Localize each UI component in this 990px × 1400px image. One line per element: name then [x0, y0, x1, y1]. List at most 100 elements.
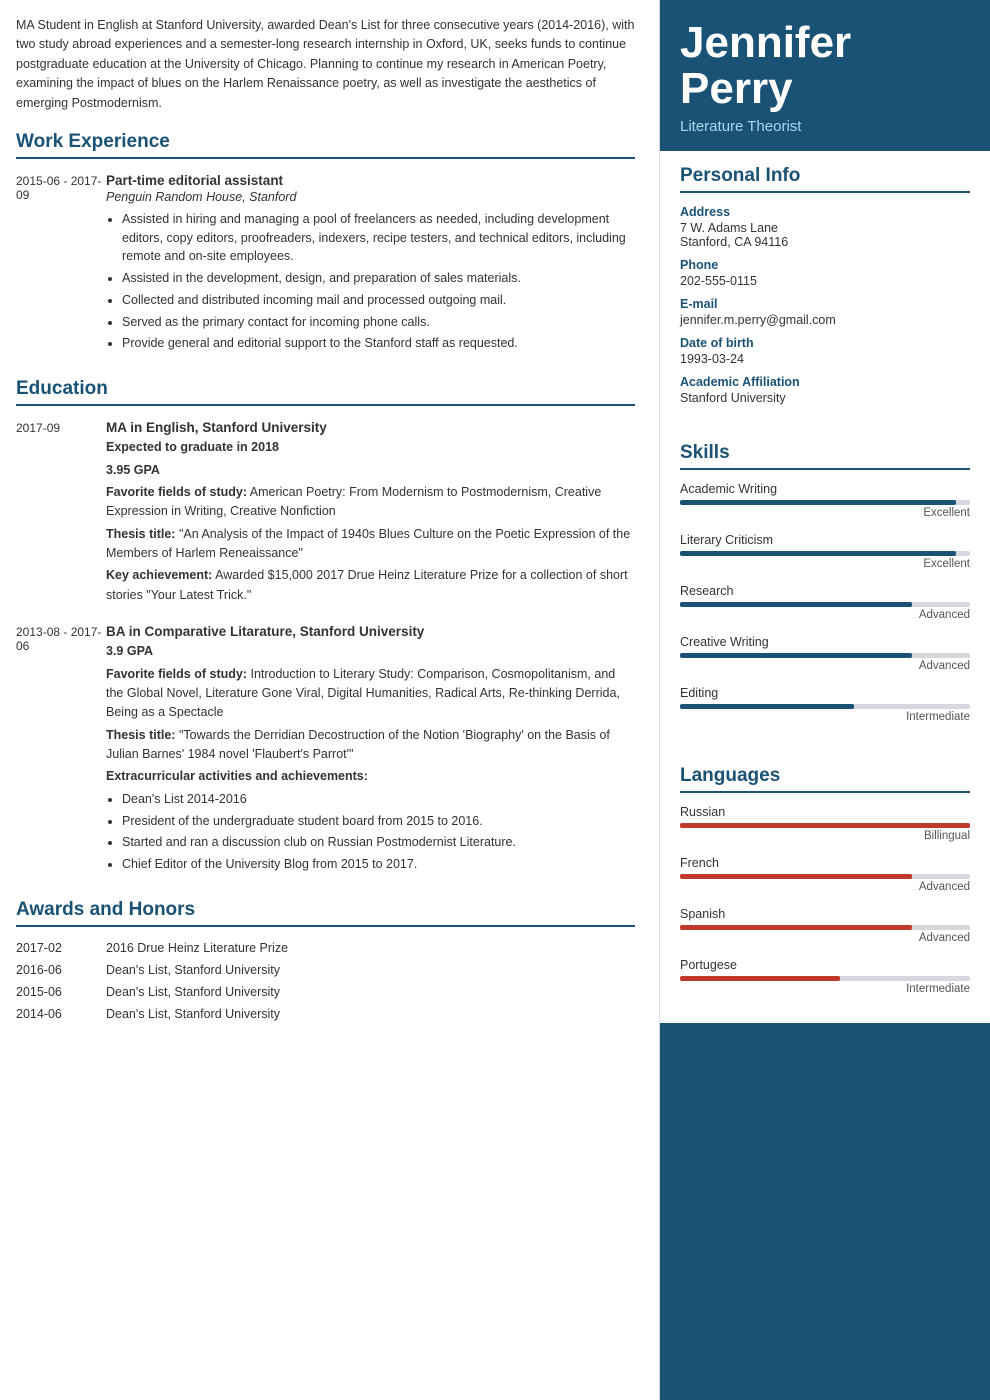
list-item: Started and ran a discussion club on Rus… [122, 833, 635, 852]
education-title: Education [16, 378, 635, 406]
personal-info-title: Personal Info [680, 165, 970, 193]
list-item: Collected and distributed incoming mail … [122, 291, 635, 310]
lang-bar-fill [680, 976, 840, 981]
skills-list: Academic WritingExcellentLiterary Critic… [680, 482, 970, 723]
lang-name: Spanish [680, 907, 970, 921]
list-item: Assisted in hiring and managing a pool o… [122, 210, 635, 266]
skill-item: Literary Criticism Excellent [680, 533, 970, 570]
languages-section: Languages RussianBillingual French Advance… [660, 751, 990, 1023]
award-text: Dean's List, Stanford University [106, 1007, 635, 1021]
education-section: Education 2017-09MA in English, Stanford… [16, 378, 635, 877]
edu-entry: 2013-08 - 2017-06BA in Comparative Litar… [16, 624, 635, 877]
skill-bar-fill [680, 653, 912, 658]
lang-name: French [680, 856, 970, 870]
lang-item: RussianBillingual [680, 805, 970, 842]
edu-content: BA in Comparative Litarature, Stanford U… [106, 624, 635, 877]
intro-text: MA Student in English at Stanford Univer… [16, 16, 635, 113]
lang-item: French Advanced [680, 856, 970, 893]
lang-bar-bg [680, 976, 970, 981]
skill-level: Excellent [680, 558, 970, 570]
awards-section: Awards and Honors 2017-022016 Drue Heinz… [16, 899, 635, 1021]
lang-bar-fill [680, 925, 912, 930]
skill-name: Editing [680, 686, 970, 700]
address-value: 7 W. Adams LaneStanford, CA 94116 [680, 221, 970, 249]
award-entry: 2015-06Dean's List, Stanford University [16, 985, 635, 999]
email-value: jennifer.m.perry@gmail.com [680, 313, 970, 327]
phone-value: 202-555-0115 [680, 274, 970, 288]
exp-bullets: Assisted in hiring and managing a pool o… [106, 210, 635, 353]
edu-line: Key achievement: Awarded $15,000 2017 Dr… [106, 566, 635, 605]
edu-line: Extracurricular activities and achieveme… [106, 767, 635, 786]
edu-date: 2017-09 [16, 420, 106, 608]
skill-bar-fill [680, 551, 956, 556]
skill-name: Academic Writing [680, 482, 970, 496]
dob-label: Date of birth [680, 336, 970, 350]
skill-bar-fill [680, 602, 912, 607]
edu-line: 3.9 GPA [106, 642, 635, 661]
skill-item: Editing Intermediate [680, 686, 970, 723]
awards-title: Awards and Honors [16, 899, 635, 927]
first-name: Jennifer [680, 20, 970, 66]
skills-section: Skills Academic WritingExcellentLiterary… [660, 428, 990, 751]
skill-item: Academic WritingExcellent [680, 482, 970, 519]
award-entry: 2016-06Dean's List, Stanford University [16, 963, 635, 977]
award-date: 2015-06 [16, 985, 106, 999]
work-entry: 2015-06 - 2017-09Part-time editorial ass… [16, 173, 635, 356]
lang-level: Intermediate [680, 983, 970, 995]
work-experience-list: 2015-06 - 2017-09Part-time editorial ass… [16, 173, 635, 356]
skill-name: Literary Criticism [680, 533, 970, 547]
education-list: 2017-09MA in English, Stanford Universit… [16, 420, 635, 877]
skill-bar-fill [680, 704, 854, 709]
edu-line: Thesis title: "Towards the Derridian Dec… [106, 726, 635, 765]
list-item: Served as the primary contact for incomi… [122, 313, 635, 332]
edu-degree: MA in English, Stanford University [106, 420, 635, 435]
award-date: 2014-06 [16, 1007, 106, 1021]
list-item: President of the undergraduate student b… [122, 812, 635, 831]
edu-entry: 2017-09MA in English, Stanford Universit… [16, 420, 635, 608]
affiliation-label: Academic Affiliation [680, 375, 970, 389]
lang-name: Portugese [680, 958, 970, 972]
exp-date: 2015-06 - 2017-09 [16, 173, 106, 356]
lang-level: Billingual [680, 830, 970, 842]
list-item: Chief Editor of the University Blog from… [122, 855, 635, 874]
right-column: Jennifer Perry Literature Theorist Perso… [660, 0, 990, 1400]
lang-level: Advanced [680, 881, 970, 893]
left-column: MA Student in English at Stanford Univer… [0, 0, 660, 1400]
affiliation-value: Stanford University [680, 391, 970, 405]
edu-degree: BA in Comparative Litarature, Stanford U… [106, 624, 635, 639]
award-text: Dean's List, Stanford University [106, 963, 635, 977]
email-label: E-mail [680, 297, 970, 311]
list-item: Dean's List 2014-2016 [122, 790, 635, 809]
languages-list: RussianBillingual French Advanced Spanish Ad… [680, 805, 970, 995]
edu-line: Favorite fields of study: Introduction t… [106, 665, 635, 723]
award-entry: 2014-06Dean's List, Stanford University [16, 1007, 635, 1021]
skill-bar-fill [680, 500, 956, 505]
lang-item: Spanish Advanced [680, 907, 970, 944]
exp-company: Penguin Random House, Stanford [106, 190, 635, 204]
edu-bullets: Dean's List 2014-2016 President of the un… [106, 790, 635, 874]
skill-level: Intermediate [680, 711, 970, 723]
languages-title: Languages [680, 765, 970, 793]
exp-content: Part-time editorial assistantPenguin Ran… [106, 173, 635, 356]
skill-name: Creative Writing [680, 635, 970, 649]
lang-item: Portugese Intermediate [680, 958, 970, 995]
skill-level: Advanced [680, 609, 970, 621]
skill-item: Creative WritingAdvanced [680, 635, 970, 672]
dob-value: 1993-03-24 [680, 352, 970, 366]
phone-label: Phone [680, 258, 970, 272]
lang-level: Advanced [680, 932, 970, 944]
skill-bar-bg [680, 551, 970, 556]
list-item: Provide general and editorial support to… [122, 334, 635, 353]
edu-content: MA in English, Stanford University Expect… [106, 420, 635, 608]
edu-line: 3.95 GPA [106, 461, 635, 480]
award-date: 2016-06 [16, 963, 106, 977]
job-title: Literature Theorist [680, 118, 970, 135]
skill-name: Research [680, 584, 970, 598]
award-text: 2016 Drue Heinz Literature Prize [106, 941, 635, 955]
award-entry: 2017-022016 Drue Heinz Literature Prize [16, 941, 635, 955]
edu-line: Expected to graduate in 2018 [106, 438, 635, 457]
address-label: Address [680, 205, 970, 219]
skills-title: Skills [680, 442, 970, 470]
award-text: Dean's List, Stanford University [106, 985, 635, 999]
skill-bar-bg [680, 704, 970, 709]
